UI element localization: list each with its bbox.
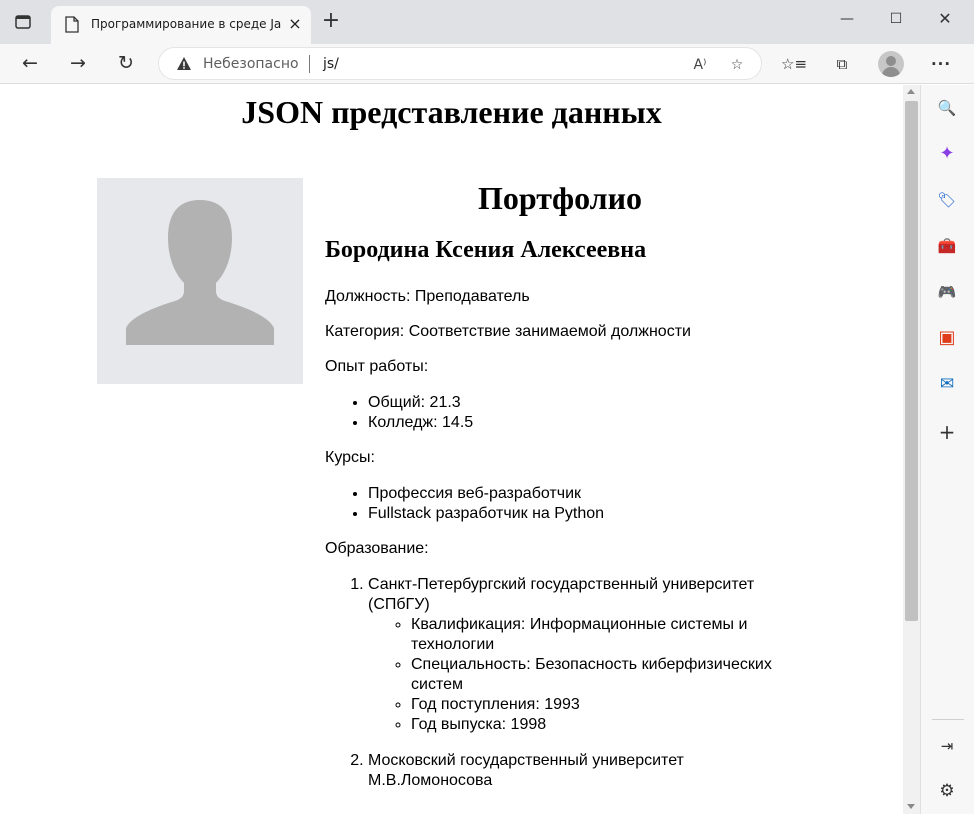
games-icon[interactable]: 🎮 [936, 281, 958, 303]
courses-label: Курсы: [325, 449, 375, 466]
security-label[interactable]: Небезопасно [203, 56, 299, 72]
search-icon[interactable]: 🔍 [936, 97, 958, 119]
scroll-down-arrow-icon[interactable] [907, 804, 915, 809]
maximize-button[interactable]: ☐ [881, 8, 911, 32]
list-item: Год поступления: 1993 [411, 695, 805, 715]
page-viewport: JSON представление данных Портфолио Боро… [0, 85, 903, 814]
reload-button[interactable]: ↻ [113, 52, 139, 76]
education-item: Санкт-Петербургский государственный унив… [368, 575, 805, 735]
address-separator [309, 55, 310, 73]
add-favorite-icon[interactable]: ☆ [726, 55, 748, 75]
more-icon[interactable]: ··· [929, 53, 953, 75]
page-icon [65, 16, 79, 33]
forward-button[interactable]: → [65, 52, 91, 76]
office-icon[interactable]: ▣ [936, 327, 958, 349]
outlook-icon[interactable]: ✉ [936, 373, 958, 395]
close-window-button[interactable]: ✕ [930, 8, 960, 32]
back-button[interactable]: ← [17, 52, 43, 76]
sidebar-separator [932, 719, 964, 720]
page-heading: JSON представление данных [241, 94, 662, 130]
browser-toolbar: ← → ↻ Небезопасно js/ A⁾ ☆ ☆≡ ⧉ ··· [0, 44, 974, 84]
education-label: Образование: [325, 540, 429, 557]
browser-tab[interactable]: Программирование в среде JavaScript × [51, 6, 311, 44]
settings-gear-icon[interactable]: ⚙ [936, 780, 958, 802]
person-name: Бородина Ксения Алексеевна [325, 237, 647, 263]
experience-list: Общий: 21.3 Колледж: 14.5 [325, 393, 805, 433]
tab-strip: Программирование в среде JavaScript × + … [0, 0, 974, 44]
avatar-placeholder-icon [126, 200, 274, 345]
list-item: Fullstack разработчик на Python [368, 504, 805, 524]
minimize-button[interactable]: — [832, 8, 862, 32]
education-item: Московский государственный университет М… [368, 751, 805, 791]
new-tab-button[interactable]: + [320, 10, 342, 33]
list-item: Профессия веб-разработчик [368, 484, 805, 504]
read-aloud-icon[interactable]: A⁾ [689, 55, 711, 75]
list-item: Общий: 21.3 [368, 393, 805, 413]
warning-triangle-icon[interactable] [176, 56, 192, 72]
copilot-icon[interactable]: ✦ [936, 143, 958, 165]
list-item: Квалификация: Информационные системы и т… [411, 615, 805, 655]
profile-body [882, 67, 900, 77]
hide-sidebar-icon[interactable]: ⇥ [936, 735, 958, 757]
collections-icon[interactable]: ⧉ [830, 53, 854, 75]
portfolio-photo [97, 178, 303, 384]
scroll-thumb[interactable] [905, 101, 918, 621]
tab-title: Программирование в среде JavaScript [91, 17, 281, 31]
favorites-icon[interactable]: ☆≡ [781, 53, 807, 75]
education-list: Санкт-Петербургский государственный унив… [325, 575, 805, 791]
courses-list: Профессия веб-разработчик Fullstack разр… [325, 484, 805, 524]
education-institution: Санкт-Петербургский государственный унив… [368, 576, 755, 613]
portfolio-content: Портфолио Бородина Ксения Алексеевна Дол… [325, 178, 805, 791]
experience-label: Опыт работы: [325, 358, 429, 375]
scroll-up-arrow-icon[interactable] [907, 89, 915, 94]
list-item: Колледж: 14.5 [368, 413, 805, 433]
address-bar[interactable]: Небезопасно js/ A⁾ ☆ [158, 47, 762, 80]
category-text: Категория: Соответствие занимаемой должн… [325, 323, 691, 340]
page-scrollbar[interactable] [903, 85, 920, 814]
tools-icon[interactable]: 🧰 [936, 235, 958, 257]
tab-actions-icon[interactable] [14, 13, 32, 31]
portfolio-title: Портфолио [477, 180, 643, 216]
edge-sidebar: 🔍 ✦ 🏷 🧰 🎮 ▣ ✉ + ⇥ ⚙ [920, 85, 974, 814]
list-item: Год выпуска: 1998 [411, 715, 805, 735]
list-item: Специальность: Безопасность киберфизичес… [411, 655, 805, 695]
position-text: Должность: Преподаватель [325, 288, 530, 305]
education-details: Квалификация: Информационные системы и т… [368, 615, 805, 735]
tab-close-button[interactable]: × [287, 16, 303, 32]
profile-head [886, 56, 896, 66]
url-text[interactable]: js/ [323, 56, 339, 72]
education-institution: Московский государственный университет М… [368, 752, 684, 789]
profile-icon[interactable] [878, 51, 904, 77]
shopping-tag-icon[interactable]: 🏷 [936, 189, 958, 211]
add-sidebar-app-icon[interactable]: + [936, 421, 958, 443]
